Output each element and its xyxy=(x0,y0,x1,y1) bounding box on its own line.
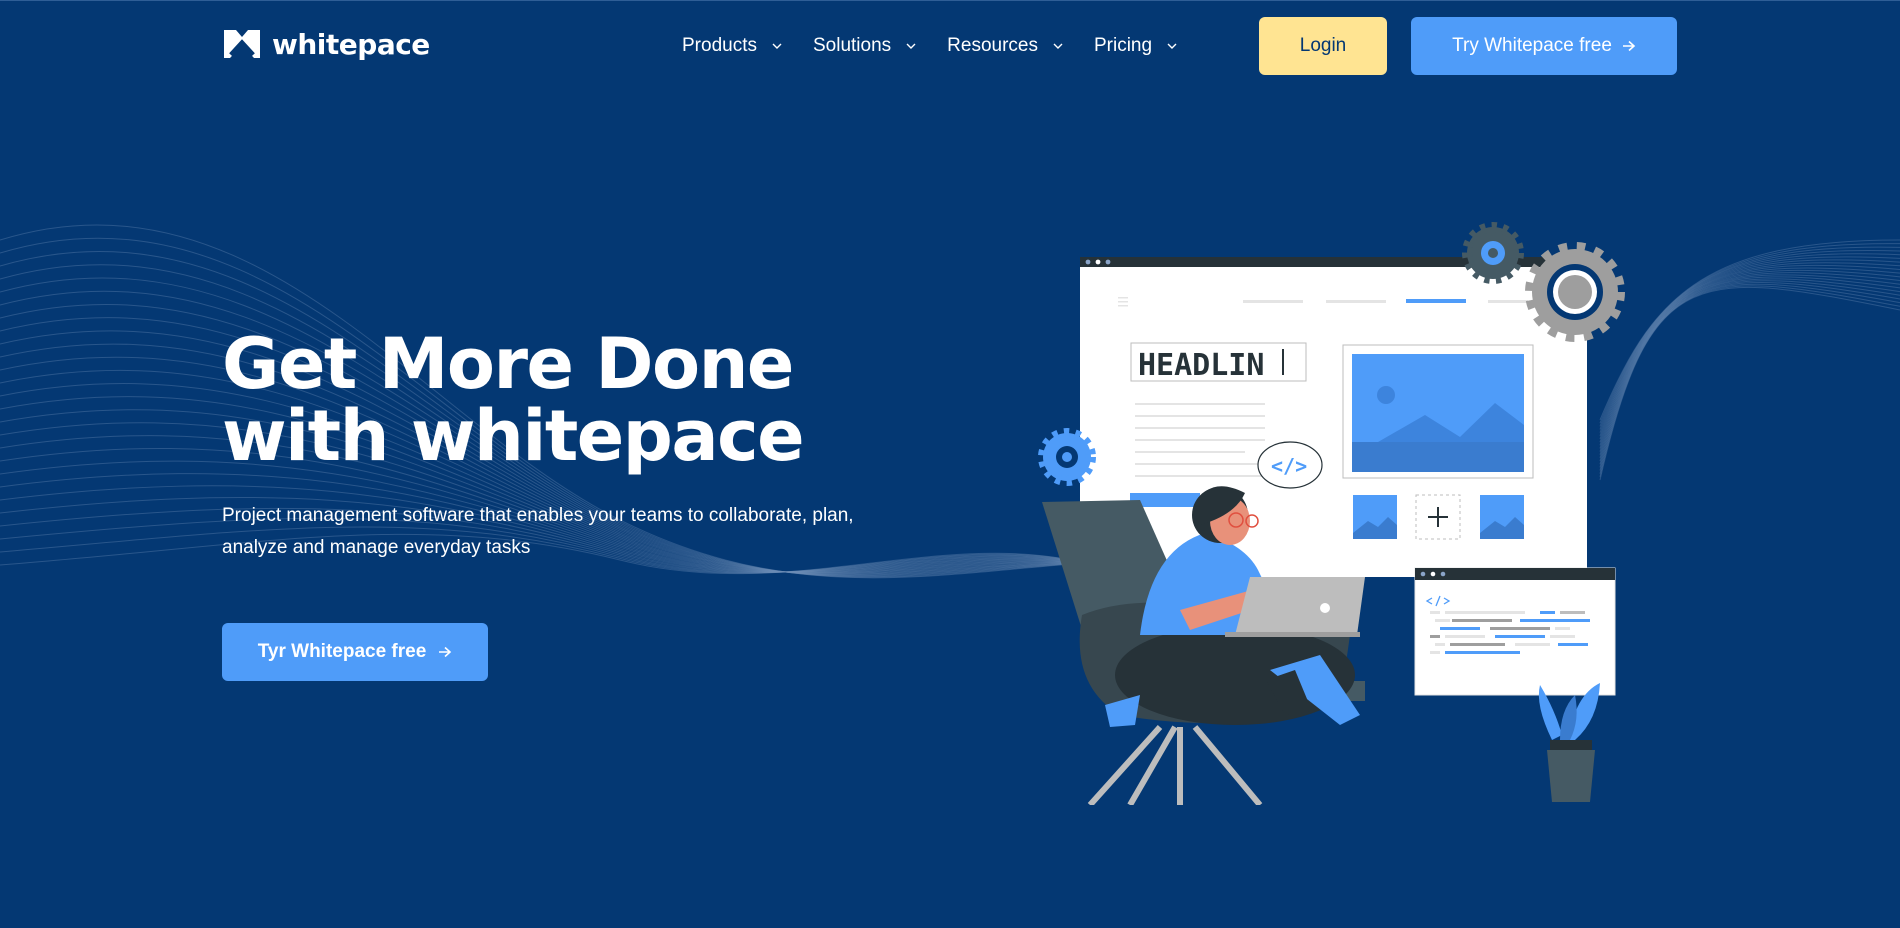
code-tag: </> xyxy=(1271,454,1307,478)
gear-icon xyxy=(1525,242,1625,342)
editor-window: HEADLIN xyxy=(1080,257,1587,577)
gear-icon xyxy=(1038,428,1096,486)
wave-line xyxy=(1599,285,1900,477)
gear-icon xyxy=(1462,222,1524,284)
hero-cta-label: Tyr Whitepace free xyxy=(257,641,427,662)
try-free-label: Try Whitepace free xyxy=(1452,35,1612,56)
wave-line xyxy=(1599,283,1900,474)
wave-line xyxy=(1599,259,1900,440)
wave-line xyxy=(1599,278,1900,465)
hero-title-line-2: with whitepace xyxy=(222,395,805,477)
whitepace-logo-icon xyxy=(224,30,260,58)
potted-plant xyxy=(1538,683,1600,802)
chevron-down-icon xyxy=(1166,40,1178,52)
code-window xyxy=(1414,567,1616,696)
wave-line xyxy=(1599,286,1900,481)
wave-line xyxy=(1599,272,1900,455)
brand-logo[interactable]: whitepace xyxy=(222,26,430,62)
login-button[interactable]: Login xyxy=(1259,17,1387,75)
hero-subtitle: Project management software that enables… xyxy=(222,505,854,558)
hero-illustration: HEADLIN </> xyxy=(1038,222,1625,805)
wave-line xyxy=(1599,269,1900,452)
wave-line xyxy=(1599,280,1900,468)
try-free-button[interactable]: Try Whitepace free xyxy=(1411,17,1677,75)
nav-item-products[interactable]: Products xyxy=(682,35,783,57)
site-header: whitepace Products Solutions Resources P… xyxy=(0,0,1900,92)
chevron-down-icon xyxy=(1052,40,1064,52)
illustration-headline: HEADLIN xyxy=(1138,348,1264,383)
arrow-right-icon xyxy=(439,646,452,658)
code-bubble: </> xyxy=(1257,441,1323,489)
chevron-down-icon xyxy=(771,40,783,52)
arrow-right-icon xyxy=(1622,40,1636,52)
hero-title-line-1: Get More Done xyxy=(222,323,794,405)
nav-item-label: Solutions xyxy=(812,35,892,56)
nav-item-label: Pricing xyxy=(1093,35,1153,56)
wave-line xyxy=(1599,276,1900,462)
wave-line xyxy=(1599,262,1900,443)
hero-title: Get More Done with whitepace xyxy=(222,328,902,472)
brand-name: whitepace xyxy=(272,27,430,61)
wave-line xyxy=(1599,274,1900,459)
nav-item-label: Products xyxy=(682,35,757,56)
main-nav: Products Solutions Resources Pricing xyxy=(682,30,1208,62)
wave-line xyxy=(1599,282,1900,471)
nav-item-pricing[interactable]: Pricing xyxy=(1094,35,1178,57)
hero-cta-button[interactable]: Tyr Whitepace free xyxy=(222,623,488,681)
nav-item-resources[interactable]: Resources xyxy=(947,35,1064,57)
nav-item-solutions[interactable]: Solutions xyxy=(813,35,917,57)
wave-line xyxy=(1599,264,1900,446)
nav-item-label: Resources xyxy=(947,35,1038,56)
chevron-down-icon xyxy=(905,40,917,52)
